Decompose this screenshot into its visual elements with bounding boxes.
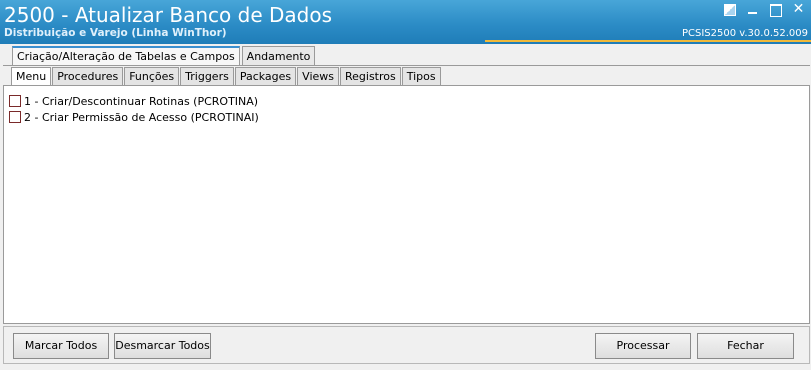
tab-tipos[interactable]: Tipos	[401, 67, 441, 86]
inner-tab-bar: Menu Procedures Funções Triggers Package…	[11, 67, 442, 87]
item-label: 2 - Criar Permissão de Acesso (PCROTINAI…	[24, 110, 259, 124]
window-controls: ✕	[723, 2, 805, 17]
window-title: 2500 - Atualizar Banco de Dados	[4, 3, 332, 27]
minimize-icon[interactable]	[746, 3, 759, 16]
mark-all-button[interactable]: Marcar Todos	[13, 333, 109, 359]
button-bar: Marcar Todos Desmarcar Todos Processar F…	[3, 326, 810, 364]
tab-registros[interactable]: Registros	[340, 67, 401, 86]
tab-procedures[interactable]: Procedures	[52, 67, 124, 86]
item-checkbox[interactable]	[9, 95, 21, 107]
menu-checklist-panel: 1 - Criar/Descontinuar Rotinas (PCROTINA…	[3, 85, 810, 324]
tab-divider	[3, 65, 810, 66]
tab-funcoes[interactable]: Funções	[124, 67, 180, 86]
close-icon[interactable]: ✕	[792, 2, 805, 16]
unmark-all-button[interactable]: Desmarcar Todos	[114, 333, 211, 359]
tab-views[interactable]: Views	[297, 67, 339, 86]
accent-line	[485, 40, 811, 42]
outer-tab-bar: Criação/Alteração de Tabelas e Campos An…	[12, 46, 317, 66]
list-item[interactable]: 2 - Criar Permissão de Acesso (PCROTINAI…	[9, 110, 259, 124]
tab-criacao-alteracao[interactable]: Criação/Alteração de Tabelas e Campos	[12, 46, 240, 66]
tab-packages[interactable]: Packages	[234, 67, 297, 86]
restore-icon[interactable]	[723, 3, 736, 16]
tab-andamento[interactable]: Andamento	[241, 46, 316, 66]
item-label: 1 - Criar/Descontinuar Rotinas (PCROTINA…	[24, 94, 259, 108]
window-subtitle: Distribuição e Varejo (Linha WinThor)	[4, 27, 227, 39]
version-label: PCSIS2500 v.30.0.52.009	[681, 28, 808, 39]
list-item[interactable]: 1 - Criar/Descontinuar Rotinas (PCROTINA…	[9, 94, 258, 108]
item-checkbox[interactable]	[9, 111, 21, 123]
maximize-icon[interactable]	[769, 3, 782, 17]
tab-triggers[interactable]: Triggers	[180, 67, 234, 86]
tab-menu[interactable]: Menu	[11, 67, 52, 87]
close-button[interactable]: Fechar	[697, 333, 794, 359]
title-bar: 2500 - Atualizar Banco de Dados Distribu…	[0, 0, 811, 44]
process-button[interactable]: Processar	[595, 333, 691, 359]
